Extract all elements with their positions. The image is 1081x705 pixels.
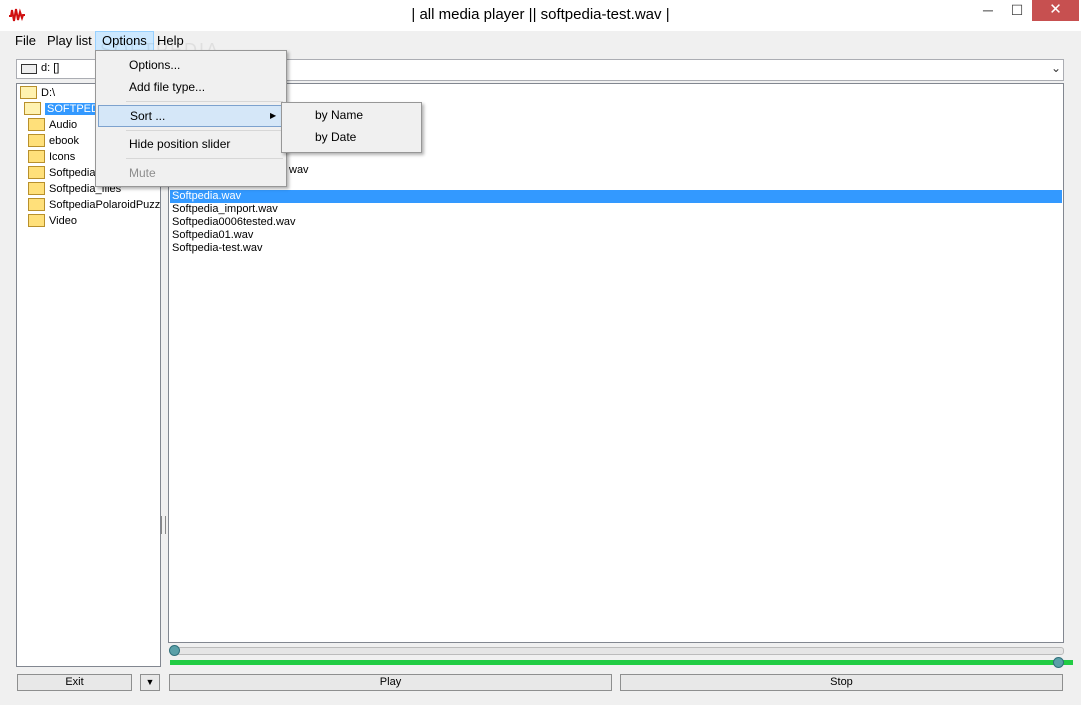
drive-icon (21, 64, 37, 74)
options-menu: Options... Add file type... Sort ... ▶ Hi… (95, 50, 287, 187)
sort-by-name[interactable]: by Name (315, 105, 363, 125)
stop-button[interactable]: Stop (620, 674, 1063, 691)
tree-node[interactable]: Video (28, 213, 77, 229)
menu-item-label: Options... (129, 58, 181, 72)
tree-node[interactable]: Audio (28, 117, 77, 133)
chevron-down-icon[interactable]: ⌄ (1051, 61, 1061, 75)
tree-node-label: Icons (49, 151, 76, 163)
list-item[interactable]: Softpedia01.wav (172, 229, 253, 242)
close-button[interactable]: ✕ (1032, 0, 1079, 21)
position-slider[interactable] (170, 647, 1064, 655)
title-bar: | all media player || softpedia-test.wav… (0, 0, 1081, 31)
file-list[interactable]: wav Softpedia.wav Softpedia_import.wav S… (168, 83, 1064, 643)
menu-file[interactable]: File (9, 32, 42, 50)
folder-icon (28, 213, 45, 227)
menu-item-label: Mute (129, 166, 156, 180)
tree-node-root[interactable]: D:\ (20, 85, 55, 101)
menu-separator (126, 101, 283, 102)
volume-slider[interactable] (170, 660, 1073, 665)
menu-item-label: Add file type... (129, 80, 206, 94)
list-item[interactable]: Softpedia_import.wav (172, 203, 278, 216)
menu-item-label: Hide position slider (129, 137, 231, 151)
menu-item-options[interactable]: Options... (96, 55, 286, 75)
menu-item-mute: Mute (96, 163, 286, 183)
folder-icon (28, 165, 45, 179)
menu-separator (126, 158, 283, 159)
menu-item-add-file-type[interactable]: Add file type... (96, 77, 286, 97)
exit-button[interactable]: Exit (17, 674, 132, 691)
tree-node[interactable]: Icons (28, 149, 75, 165)
tree-node[interactable]: ebook (28, 133, 79, 149)
tree-node-label: SoftpediaPolaroidPuzzle (49, 199, 161, 211)
menu-separator (126, 130, 283, 131)
menu-item-sort[interactable]: Sort ... ▶ (98, 105, 283, 127)
tree-node[interactable]: SoftpediaPolaroidPuzzle (28, 197, 161, 213)
window-title: | all media player || softpedia-test.wav… (411, 6, 670, 23)
play-button[interactable]: Play (169, 674, 612, 691)
folder-icon (28, 197, 45, 211)
volume-slider-thumb[interactable] (1053, 657, 1064, 668)
sort-by-date[interactable]: by Date (315, 127, 356, 147)
drive-label: d: [] (41, 62, 60, 74)
folder-icon (28, 149, 45, 163)
tree-node-label: Video (49, 215, 77, 227)
folder-icon (28, 181, 45, 195)
list-item[interactable]: Softpedia-test.wav (172, 242, 263, 255)
sort-submenu: by Name by Date (281, 102, 422, 153)
chevron-right-icon: ▶ (270, 111, 277, 120)
tree-node-label: Softpedia (49, 167, 96, 179)
tree-node[interactable]: Softpedia (28, 165, 95, 181)
tree-node-selected[interactable]: SOFTPED (24, 101, 101, 117)
tree-node-label: ebook (49, 135, 79, 147)
tree-node-label: Audio (49, 119, 78, 131)
list-item[interactable]: wav (289, 164, 309, 177)
folder-icon (28, 117, 45, 131)
splitter-handle[interactable] (161, 516, 166, 534)
folder-icon (28, 133, 45, 147)
minimize-button[interactable]: ─ (974, 0, 1002, 21)
folder-open-icon (20, 85, 37, 99)
list-item[interactable]: Softpedia0006tested.wav (172, 216, 296, 229)
tree-node-label: D:\ (41, 87, 56, 99)
tree-node-label: SOFTPED (45, 103, 101, 115)
menu-item-hide-slider[interactable]: Hide position slider (96, 134, 286, 154)
menu-playlist[interactable]: Play list (41, 32, 98, 50)
position-slider-thumb[interactable] (169, 645, 180, 656)
folder-open-icon (24, 101, 41, 115)
list-item-selected[interactable]: Softpedia.wav (170, 190, 1062, 203)
dropdown-button[interactable]: ▼ (140, 674, 160, 691)
menu-item-label: Sort ... (130, 109, 166, 123)
path-combo[interactable]: ⌄ (168, 59, 1064, 81)
maximize-button[interactable]: ☐ (1003, 0, 1031, 21)
